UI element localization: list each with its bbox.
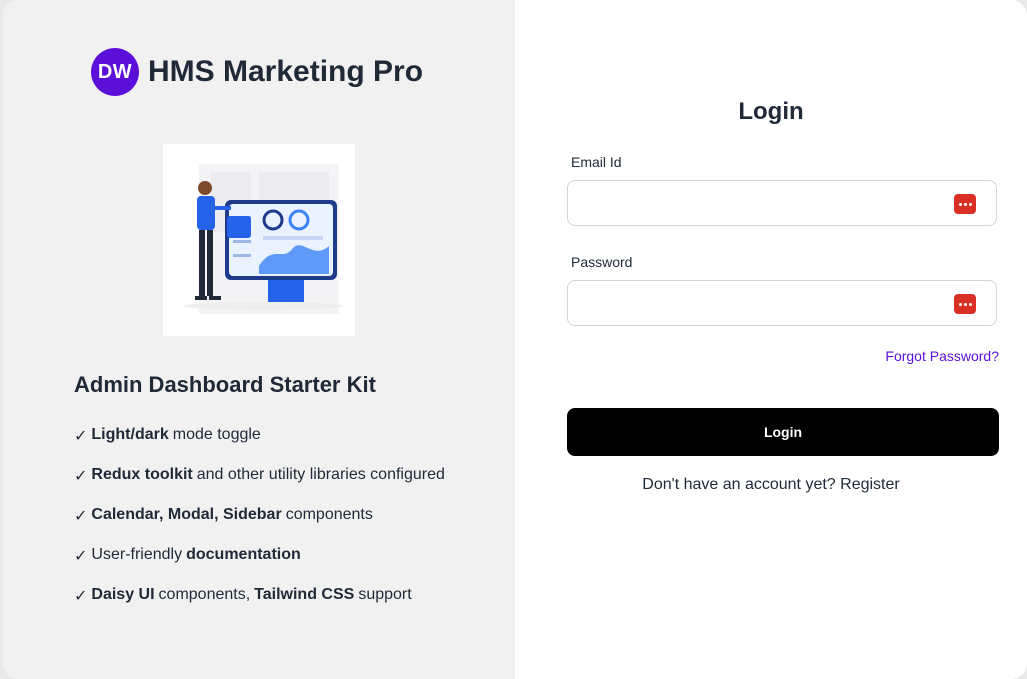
register-prompt: Don't have an account yet?: [642, 476, 836, 493]
login-panel: Login Email Id Password Forgot Password?…: [515, 0, 1027, 679]
checkmark-icon: ✓: [74, 548, 88, 565]
brand-logo: DW: [91, 48, 139, 96]
feature-text: components,: [158, 586, 251, 603]
kit-title: Admin Dashboard Starter Kit: [74, 372, 376, 397]
feature-highlight: Calendar, Modal, Sidebar: [91, 506, 282, 523]
checkmark-icon: ✓: [74, 468, 88, 485]
feature-highlight: documentation: [186, 546, 301, 563]
forgot-password-link[interactable]: Forgot Password?: [885, 348, 999, 364]
email-input[interactable]: [568, 181, 956, 225]
email-field-wrapper: [567, 180, 997, 226]
dashboard-illustration: [163, 144, 355, 336]
feature-list: ✓ Light/dark mode toggle ✓ Redux toolkit and …: [74, 426, 449, 626]
feature-item: ✓ Daisy UI components, Tailwind CSS support: [74, 586, 449, 626]
checkmark-icon: ✓: [74, 508, 88, 525]
feature-text: components: [285, 506, 373, 523]
feature-text: and other utility libraries configured: [196, 466, 445, 483]
password-label: Password: [571, 254, 633, 270]
checkmark-icon: ✓: [74, 428, 88, 445]
feature-highlight: Light/dark: [91, 426, 169, 443]
email-label: Email Id: [571, 154, 622, 170]
password-manager-icon[interactable]: [954, 194, 976, 214]
login-card: DW HMS Marketing Pro Admin Dashboard Sta…: [3, 0, 1027, 679]
feature-highlight: Daisy UI: [91, 586, 155, 603]
login-button[interactable]: Login: [567, 408, 999, 456]
feature-item: ✓ Calendar, Modal, Sidebar components: [74, 506, 449, 546]
register-line: Don't have an account yet? Register: [515, 476, 1027, 494]
feature-text: support: [358, 586, 412, 603]
feature-highlight: Redux toolkit: [91, 466, 193, 483]
feature-text: User-friendly: [91, 546, 183, 563]
password-field-wrapper: [567, 280, 997, 326]
password-input[interactable]: [568, 281, 956, 325]
password-manager-icon[interactable]: [954, 294, 976, 314]
feature-text: mode toggle: [172, 426, 261, 443]
feature-item: ✓ Redux toolkit and other utility librarie…: [74, 466, 449, 506]
illustration-svg: [183, 164, 343, 314]
feature-highlight: Tailwind CSS: [254, 586, 355, 603]
brand-name: HMS Marketing Pro: [148, 55, 424, 88]
feature-item: ✓ Light/dark mode toggle: [74, 426, 449, 466]
login-title: Login: [738, 98, 804, 125]
feature-item: ✓ User-friendly documentation: [74, 546, 449, 586]
checkmark-icon: ✓: [74, 588, 88, 605]
brand: DW HMS Marketing Pro: [91, 48, 423, 96]
intro-panel: DW HMS Marketing Pro Admin Dashboard Sta…: [3, 0, 515, 679]
register-link[interactable]: Register: [840, 476, 900, 493]
